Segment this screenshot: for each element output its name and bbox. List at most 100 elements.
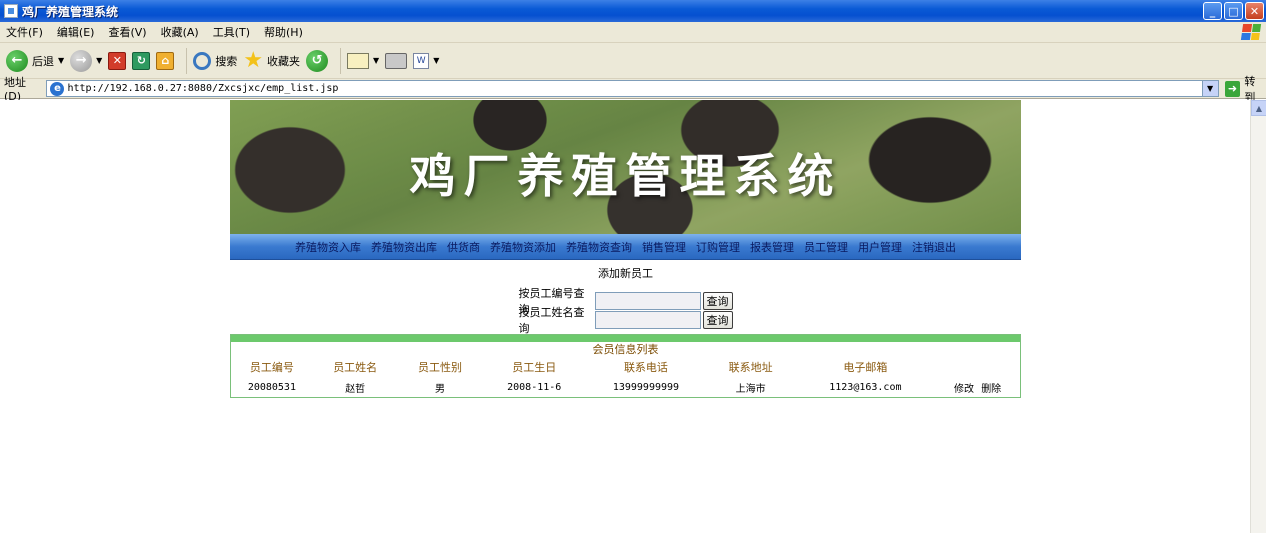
search-by-name-label: 按员工姓名查询 (518, 305, 585, 335)
back-label: 后退 (32, 54, 54, 68)
column-header-gender: 员工性别 (417, 361, 462, 374)
window-title: 鸡厂养殖管理系统 (22, 4, 119, 19)
nav-material-query[interactable]: 养殖物资查询 (566, 239, 632, 255)
forward-button[interactable]: → ▼ (70, 49, 102, 72)
back-arrow-icon: ← (6, 49, 28, 72)
menu-favorites[interactable]: 收藏(A) (161, 24, 199, 40)
scroll-up-icon[interactable]: ▲ (1251, 100, 1266, 116)
column-header-email: 电子邮箱 (843, 361, 888, 374)
edit-button[interactable]: W ▼ (413, 52, 439, 69)
search-icon (193, 51, 212, 70)
maximize-button[interactable]: □ (1224, 2, 1243, 20)
nav-supplier[interactable]: 供货商 (447, 239, 480, 255)
favorites-button[interactable]: ★ 收藏夹 (243, 47, 301, 73)
search-by-name-button[interactable]: 查询 (702, 310, 733, 329)
list-title: 会员信息列表 (592, 343, 659, 356)
address-bar: 地址(D) e http://192.168.0.27:8080/Zxcsjxc… (0, 75, 1266, 104)
employee-id-input[interactable] (594, 291, 701, 310)
print-button[interactable] (385, 52, 408, 69)
home-button[interactable]: ⌂ (156, 51, 175, 70)
cell-actions: 修改 删除 (935, 380, 1020, 395)
toolbar-separator (340, 47, 342, 74)
employee-list: 会员信息列表 员工编号 员工姓名 员工性别 员工生日 联系电话 联系地址 电子邮… (230, 334, 1021, 398)
search-form: 按员工编号查询 查询 按员工姓名查询 查询 (519, 287, 733, 335)
history-button[interactable]: ↺ (306, 49, 329, 72)
favorites-label: 收藏夹 (267, 54, 301, 68)
menu-tools[interactable]: 工具(T) (213, 24, 250, 40)
menu-help[interactable]: 帮助(H) (264, 24, 303, 40)
cell-birthday: 2008-11-6 (507, 381, 562, 393)
nav-logout[interactable]: 注销退出 (912, 239, 956, 255)
delete-link[interactable]: 删除 (981, 384, 1001, 395)
search-by-id-button[interactable]: 查询 (702, 291, 733, 310)
search-button[interactable]: 搜索 (193, 51, 238, 70)
word-edit-icon: W (413, 52, 430, 69)
windows-logo-icon (1240, 24, 1262, 40)
stop-button[interactable]: ✕ (108, 51, 127, 70)
home-icon: ⌂ (156, 51, 175, 70)
ie-page-icon: e (50, 81, 65, 96)
menu-bar: 文件(F) 编辑(E) 查看(V) 收藏(A) 工具(T) 帮助(H) (0, 22, 1266, 43)
column-header-id: 员工编号 (249, 361, 294, 374)
list-header-bar (231, 335, 1020, 342)
nav-stock-out[interactable]: 养殖物资出库 (371, 239, 437, 255)
address-label: 地址(D) (4, 76, 26, 103)
menu-view[interactable]: 查看(V) (108, 24, 146, 40)
menu-file[interactable]: 文件(F) (6, 24, 43, 40)
printer-icon (385, 52, 408, 69)
vertical-scrollbar[interactable]: ▲ (1250, 100, 1266, 533)
history-icon: ↺ (306, 49, 329, 72)
mail-dropdown-icon[interactable]: ▼ (373, 56, 379, 65)
cell-gender: 男 (434, 383, 445, 395)
cell-email: 1123@163.com (829, 381, 902, 393)
address-url[interactable]: http://192.168.0.27:8080/Zxcsjxc/emp_lis… (67, 83, 338, 94)
search-by-name-row: 按员工姓名查询 查询 (519, 306, 733, 335)
nav-employees[interactable]: 员工管理 (804, 239, 848, 255)
nav-orders[interactable]: 订购管理 (696, 239, 740, 255)
banner-title: 鸡厂养殖管理系统 (409, 149, 842, 203)
window-title-bar: 鸡厂养殖管理系统 _ □ ✕ (0, 0, 1266, 22)
back-dropdown-icon[interactable]: ▼ (58, 56, 64, 65)
cell-phone: 13999999999 (612, 381, 680, 393)
mail-button[interactable]: ▼ (347, 52, 379, 69)
menu-edit[interactable]: 编辑(E) (57, 24, 95, 40)
nav-users[interactable]: 用户管理 (858, 239, 902, 255)
minimize-button[interactable]: _ (1203, 2, 1222, 20)
main-nav: 养殖物资入库 养殖物资出库 供货商 养殖物资添加 养殖物资查询 销售管理 订购管… (230, 234, 1021, 260)
cell-address: 上海市 (735, 383, 766, 395)
nav-sales[interactable]: 销售管理 (642, 239, 686, 255)
refresh-icon: ↻ (132, 51, 151, 70)
close-button[interactable]: ✕ (1245, 2, 1264, 20)
forward-dropdown-icon[interactable]: ▼ (96, 56, 102, 65)
back-button[interactable]: ← 后退 ▼ (6, 49, 64, 72)
list-header-row: 员工编号 员工姓名 员工性别 员工生日 联系电话 联系地址 电子邮箱 (231, 357, 1020, 377)
search-label: 搜索 (215, 54, 238, 68)
column-header-name: 员工姓名 (333, 361, 378, 374)
address-input[interactable]: e http://192.168.0.27:8080/Zxcsjxc/emp_l… (46, 80, 1219, 97)
banner-image: 鸡厂养殖管理系统 (230, 100, 1021, 234)
column-header-phone: 联系电话 (623, 361, 668, 374)
cell-id: 20080531 (247, 381, 296, 393)
browser-page-icon (4, 4, 18, 18)
edit-dropdown-icon[interactable]: ▼ (433, 56, 439, 65)
table-row: 20080531 赵哲 男 2008-11-6 13999999999 上海市 … (231, 377, 1020, 397)
toolbar-separator (186, 47, 188, 74)
add-employee-link[interactable]: 添加新员工 (230, 265, 1021, 281)
employee-name-input[interactable] (594, 310, 701, 329)
nav-stock-in[interactable]: 养殖物资入库 (295, 239, 361, 255)
forward-arrow-icon: → (70, 49, 93, 72)
address-dropdown-icon[interactable]: ▼ (1201, 81, 1218, 96)
cell-name: 赵哲 (345, 383, 366, 395)
browser-toolbar: ← 后退 ▼ → ▼ ✕ ↻ ⌂ 搜索 ★ 收藏夹 ↺ ▼ W ▼ (0, 43, 1266, 79)
edit-link[interactable]: 修改 (954, 384, 974, 395)
page-container: 鸡厂养殖管理系统 养殖物资入库 养殖物资出库 供货商 养殖物资添加 养殖物资查询… (230, 100, 1021, 398)
go-arrow-icon: ➜ (1224, 80, 1241, 97)
favorites-star-icon: ★ (243, 47, 264, 73)
mail-icon (347, 52, 370, 69)
nav-material-add[interactable]: 养殖物资添加 (490, 239, 556, 255)
column-header-birthday: 员工生日 (512, 361, 557, 374)
nav-reports[interactable]: 报表管理 (750, 239, 794, 255)
stop-icon: ✕ (108, 51, 127, 70)
refresh-button[interactable]: ↻ (132, 51, 151, 70)
window-controls: _ □ ✕ (1203, 2, 1264, 20)
